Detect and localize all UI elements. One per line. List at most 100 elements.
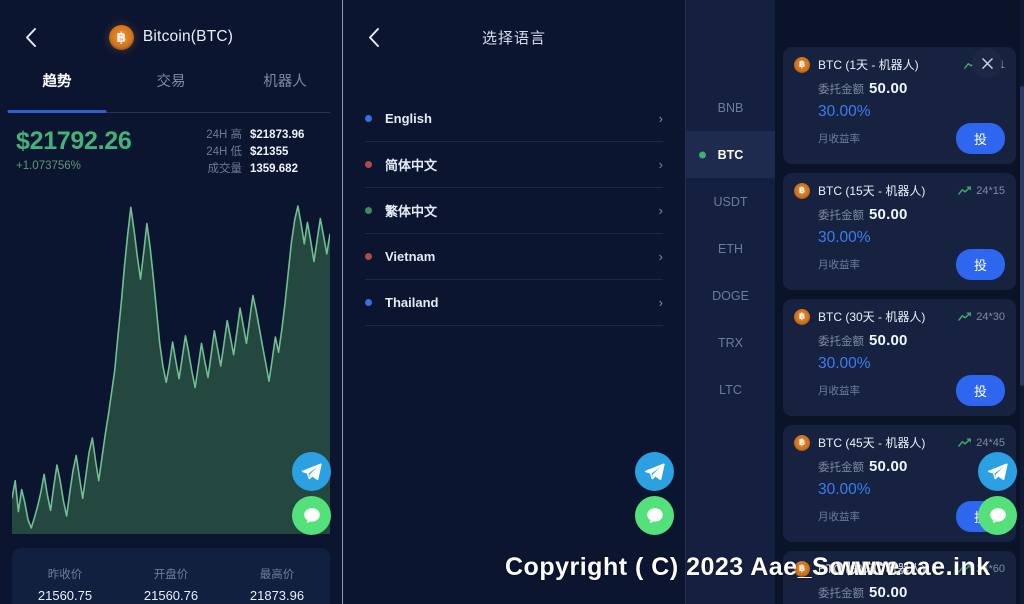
market-title-wrap: ฿ Bitcoin(BTC) (0, 24, 342, 50)
market-panel: ฿ Bitcoin(BTC) 趋势 交易 机器人 $21792.26 +1.07… (0, 0, 343, 604)
language-dot-icon (365, 161, 372, 168)
close-button[interactable] (972, 48, 1002, 78)
robot-rate-label: 月收益率 (818, 133, 860, 145)
price-block: $21792.26 +1.073756% 24H 高 $21873.96 24H… (0, 113, 342, 186)
language-title-wrap: 选择语言 (343, 27, 685, 48)
robot-duration-badge: 24*15 (958, 185, 1005, 197)
robot-amount-value: 50.00 (869, 458, 908, 475)
tab-trade[interactable]: 交易 (114, 70, 228, 104)
chevron-right-icon: › (658, 157, 663, 172)
chat-fab-button[interactable] (978, 496, 1017, 535)
invest-button[interactable]: 投 (955, 375, 1005, 406)
robot-duration-badge: 24*30 (958, 311, 1005, 323)
telegram-fab-button[interactable] (292, 452, 331, 491)
coin-item-usdt[interactable]: USDT (686, 178, 775, 225)
robot-rate-value: 30.00% (818, 481, 871, 498)
coin-item-btc[interactable]: BTC (686, 131, 775, 178)
chat-fab-button[interactable] (292, 496, 331, 535)
language-topbar: 选择语言 (343, 0, 685, 74)
robot-card-footer: 月收益率 投 (818, 375, 1005, 406)
robot-card[interactable]: ฿ BTC (15天 - 机器人) 24*15 委托金额 50.00 30.00% 月收益率… (783, 173, 1016, 290)
language-item-thailand[interactable]: Thailand › (365, 280, 663, 326)
robot-card[interactable]: ฿BTC (60天 - 机器人)24*60委托金额50.0030.00%月收益率… (783, 551, 1016, 604)
bitcoin-logo-icon: ฿ (794, 560, 810, 577)
telegram-fab-button[interactable] (978, 452, 1017, 491)
language-label: English (385, 111, 432, 126)
stat-row: 成交量 1359.682 (206, 161, 326, 178)
robot-rate-label: 月收益率 (818, 511, 860, 523)
stat-value-low: $21355 (250, 146, 289, 158)
robot-card-footer: 月收益率 投 (818, 123, 1005, 154)
language-label: Thailand (385, 295, 439, 310)
robot-card-header: ฿ BTC (45天 - 机器人) 24*45 (794, 434, 1005, 451)
robot-name: BTC (60天 - 机器人) (818, 562, 926, 576)
bottom-stat-value: 21560.76 (143, 587, 199, 603)
scrollbar-track[interactable] (1020, 0, 1024, 604)
market-stats: 24H 高 $21873.96 24H 低 $21355 成交量 1359.68… (206, 127, 326, 178)
chevron-right-icon: › (658, 111, 663, 126)
invest-button[interactable]: 投 (955, 123, 1005, 154)
robot-name: BTC (15天 - 机器人) (818, 184, 926, 198)
robot-rate-label: 月收益率 (818, 259, 860, 271)
bottom-stat-value: 21873.96 (249, 587, 305, 603)
bottom-stat-label: 开盘价 (153, 568, 189, 581)
robot-name: BTC (30天 - 机器人) (818, 310, 926, 324)
bottom-stats-card: 昨收价 21560.75 开盘价 21560.76 最高价 21873.96 (12, 548, 330, 604)
price-chart (12, 190, 330, 534)
robot-panel: BNB BTC USDT ETH DOGE TRX LTC ฿ BTC (1天 -… (686, 0, 1024, 604)
language-label: Vietnam (385, 249, 436, 264)
telegram-fab-button[interactable] (635, 452, 674, 491)
invest-button[interactable]: 投 (955, 249, 1005, 280)
stat-row: 24H 低 $21355 (206, 144, 326, 161)
price-change: +1.073756% (16, 160, 81, 172)
back-icon[interactable] (361, 24, 387, 50)
robot-amount-row: 委托金额 50.00 (818, 584, 1005, 601)
stat-label-high: 24H 高 (206, 129, 242, 141)
coin-item-doge[interactable]: DOGE (686, 272, 775, 319)
bottom-stat-label: 昨收价 (47, 568, 83, 581)
stat-label-low: 24H 低 (206, 146, 242, 158)
bitcoin-logo-icon: ฿ (794, 56, 810, 73)
coin-item-trx[interactable]: TRX (686, 319, 775, 366)
bottom-stat-open: 开盘价 21560.76 (118, 566, 224, 603)
robot-card[interactable]: ฿ BTC (30天 - 机器人) 24*30 委托金额 50.00 30.00% 月收益率… (783, 299, 1016, 416)
robot-amount-value: 50.00 (869, 584, 908, 601)
bitcoin-logo-icon: ฿ (794, 308, 810, 325)
bitcoin-symbol: ฿ (116, 28, 127, 45)
robot-amount-row: 委托金额 50.00 (818, 80, 1005, 97)
coin-rail: BNB BTC USDT ETH DOGE TRX LTC (686, 0, 775, 604)
robot-duration-badge: 24*45 (958, 437, 1005, 449)
language-item-simplified-chinese[interactable]: 简体中文 › (365, 142, 663, 188)
robot-card-header: ฿ BTC (15天 - 机器人) 24*15 (794, 182, 1005, 199)
market-topbar: ฿ Bitcoin(BTC) (0, 0, 342, 74)
chevron-right-icon: › (658, 203, 663, 218)
back-icon[interactable] (18, 24, 44, 50)
price-group: $21792.26 +1.073756% (16, 127, 132, 172)
coin-title: Bitcoin(BTC) (142, 28, 234, 45)
robot-amount-row: 委托金额 50.00 (818, 332, 1005, 349)
language-item-english[interactable]: English › (365, 96, 663, 142)
language-dot-icon (365, 253, 372, 260)
coin-item-eth[interactable]: ETH (686, 225, 775, 272)
robot-amount-value: 50.00 (869, 80, 908, 97)
bottom-stat-prev-close: 昨收价 21560.75 (12, 566, 118, 603)
market-tabs: 趋势 交易 机器人 (0, 70, 342, 104)
bottom-stat-value: 21560.75 (37, 587, 93, 603)
trend-up-icon (958, 185, 972, 195)
robot-amount-row: 委托金额 50.00 (818, 458, 1005, 475)
coin-item-bnb[interactable]: BNB (686, 84, 775, 131)
coin-item-ltc[interactable]: LTC (686, 366, 775, 413)
chat-fab-button[interactable] (635, 496, 674, 535)
bitcoin-logo-icon: ฿ (794, 434, 810, 451)
language-label: 简体中文 (385, 158, 438, 173)
tab-trend[interactable]: 趋势 (0, 70, 114, 104)
robot-amount-label: 委托金额 (818, 462, 864, 474)
language-dot-icon (365, 299, 372, 306)
language-item-traditional-chinese[interactable]: 繁体中文 › (365, 188, 663, 234)
tab-robot[interactable]: 机器人 (228, 70, 342, 104)
robot-name: BTC (1天 - 机器人) (818, 58, 919, 72)
scrollbar-thumb[interactable] (1020, 86, 1024, 386)
robot-rate-value: 30.00% (818, 355, 871, 372)
stat-row: 24H 高 $21873.96 (206, 127, 326, 144)
language-item-vietnam[interactable]: Vietnam › (365, 234, 663, 280)
